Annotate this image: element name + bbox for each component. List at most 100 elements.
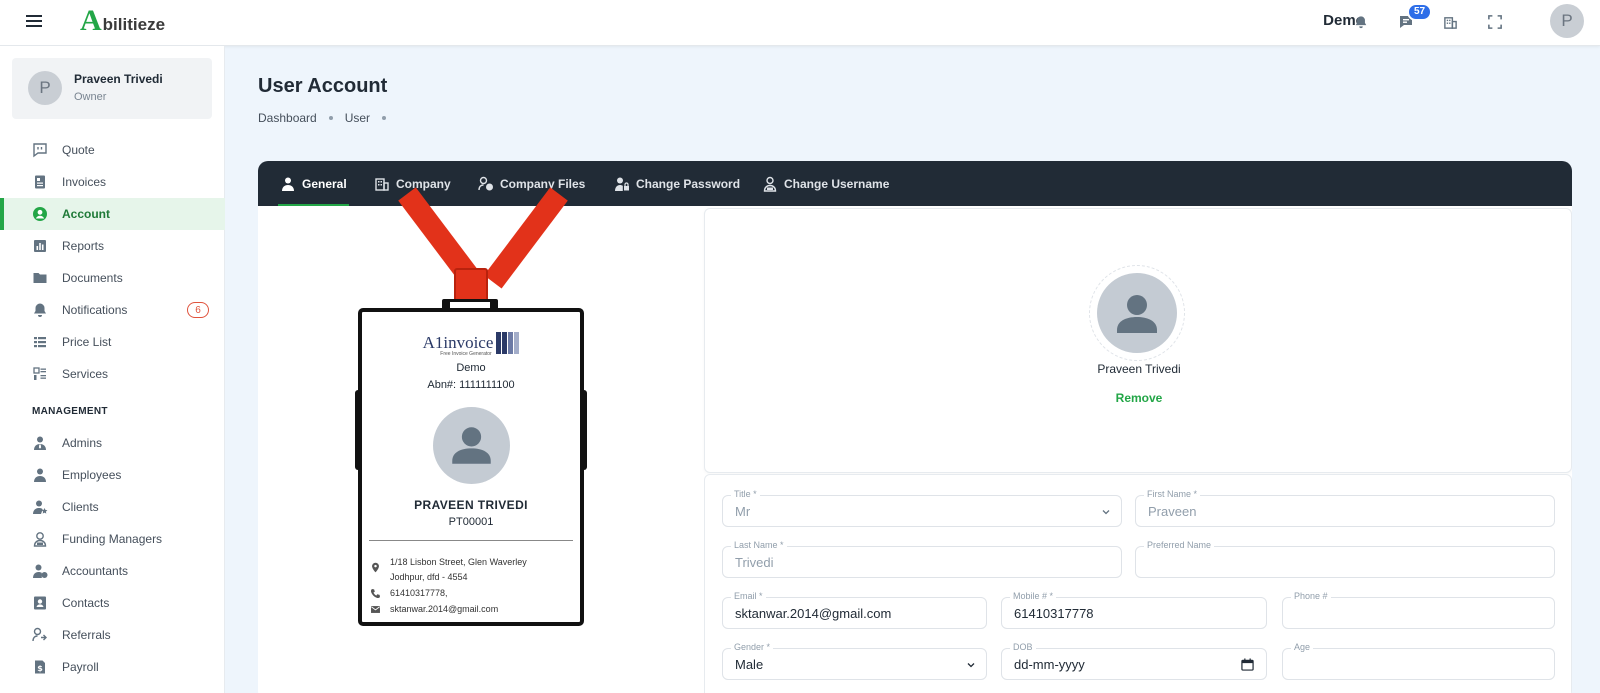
- profile-name: Praveen Trivedi: [1097, 362, 1181, 376]
- field-label: Title *: [731, 489, 760, 499]
- tab-change-password[interactable]: Change Password: [614, 161, 740, 206]
- sidebar-item-contacts[interactable]: Contacts: [0, 587, 225, 619]
- sidebar-item-funding-managers[interactable]: Funding Managers: [0, 523, 225, 555]
- app-logo[interactable]: A bilitieze: [80, 6, 165, 36]
- phone-icon: [370, 589, 380, 599]
- preferred-name-field[interactable]: Preferred Name: [1135, 540, 1555, 578]
- sidebar-item-accountants[interactable]: Accountants: [0, 555, 225, 587]
- age-field[interactable]: Age: [1282, 642, 1555, 680]
- phone-field[interactable]: Phone #: [1282, 591, 1555, 629]
- sidebar-item-notifications[interactable]: Notifications 6: [0, 294, 225, 326]
- sidebar-user-card[interactable]: P Praveen Trivedi Owner: [12, 58, 212, 119]
- mobile-field[interactable]: Mobile # * 61410317778: [1001, 591, 1267, 629]
- field-label: DOB: [1010, 642, 1036, 652]
- person-icon: [1117, 295, 1157, 333]
- referrals-icon: [32, 627, 47, 642]
- sidebar-item-price-list[interactable]: Price List: [0, 326, 225, 358]
- field-label: Phone #: [1291, 591, 1331, 601]
- id-logo-subtitle: Free Invoice Generator: [440, 351, 492, 357]
- sidebar-item-documents[interactable]: Documents: [0, 262, 225, 294]
- field-label: Email *: [731, 591, 766, 601]
- sidebar-item-label: Admins: [62, 436, 103, 450]
- services-icon: [33, 367, 46, 380]
- sidebar-item-payroll[interactable]: $ Payroll: [0, 651, 225, 683]
- remove-photo-button[interactable]: Remove: [705, 391, 1572, 405]
- chevron-down-icon: [967, 663, 975, 668]
- account-icon: [33, 207, 47, 221]
- tab-label: General: [302, 176, 347, 191]
- sidebar-item-referrals[interactable]: Referrals: [0, 619, 225, 651]
- sidebar-item-label: Payroll: [62, 660, 99, 674]
- gender-select[interactable]: Gender * Male: [722, 642, 987, 680]
- list-icon: [34, 337, 46, 348]
- field-value: Praveen: [1148, 504, 1197, 519]
- funding-manager-icon: [33, 532, 47, 547]
- user-lock-icon: [615, 177, 629, 191]
- admin-icon: [34, 436, 46, 450]
- menu-icon[interactable]: [26, 12, 42, 28]
- id-name: PRAVEEN TRIVEDI: [414, 498, 528, 512]
- id-divider: [369, 540, 573, 541]
- building-icon[interactable]: [1439, 11, 1461, 33]
- sidebar-item-label: Accountants: [62, 564, 129, 578]
- sidebar-item-label: Invoices: [62, 175, 107, 189]
- id-logo-text: A1invoice: [422, 333, 494, 352]
- last-name-field[interactable]: Last Name * Trivedi: [722, 540, 1122, 578]
- first-name-field[interactable]: First Name * Praveen: [1135, 489, 1555, 527]
- field-label: Preferred Name: [1144, 540, 1215, 550]
- email-icon: [371, 606, 380, 613]
- logo-text: bilitieze: [102, 15, 166, 34]
- bell-icon[interactable]: [1350, 11, 1372, 33]
- user-gear-icon: [763, 176, 777, 192]
- user-role: Owner: [74, 91, 107, 103]
- field-label: Gender *: [731, 642, 774, 652]
- sidebar-item-services[interactable]: Services: [0, 358, 225, 390]
- building-icon: [375, 177, 389, 191]
- profile-photo-panel: Praveen Trivedi Remove: [704, 208, 1572, 473]
- field-label: Age: [1291, 642, 1314, 652]
- employee-icon: [34, 468, 46, 482]
- title-select[interactable]: Title * Mr: [722, 489, 1122, 527]
- sidebar-item-admins[interactable]: Admins: [0, 427, 225, 459]
- field-label: First Name *: [1144, 489, 1201, 499]
- sidebar-item-quote[interactable]: Quote: [0, 134, 225, 166]
- tab-change-username[interactable]: Change Username: [762, 161, 889, 206]
- person-icon: [452, 427, 491, 464]
- chat-icon[interactable]: 57: [1395, 3, 1433, 33]
- user-avatar[interactable]: P: [1550, 4, 1584, 38]
- email-field[interactable]: Email * sktanwar.2014@gmail.com: [722, 591, 987, 629]
- fullscreen-icon[interactable]: [1484, 11, 1506, 33]
- dob-field[interactable]: DOB dd-mm-yyyy: [1001, 642, 1267, 680]
- tab-label: Company Files: [500, 176, 586, 191]
- id-card-preview: A1invoice Free Invoice Generator Demo Ab…: [258, 187, 702, 693]
- tab-company-files[interactable]: Company Files: [478, 161, 585, 206]
- sidebar-item-label: Quote: [62, 143, 95, 157]
- breadcrumb-dashboard[interactable]: Dashboard: [258, 111, 317, 125]
- user-name: Praveen Trivedi: [74, 72, 163, 86]
- id-address-line2: Jodhpur, dfd - 4554: [390, 572, 468, 582]
- field-value: Male: [735, 657, 764, 672]
- field-value: Mr: [735, 504, 751, 519]
- tab-general[interactable]: General: [278, 161, 349, 206]
- sidebar-item-label: Services: [62, 367, 109, 381]
- tab-label: Company: [396, 176, 451, 191]
- tab-bar: General Company Company Files Change Pas…: [258, 161, 1572, 206]
- sidebar-item-account[interactable]: Account: [0, 198, 225, 230]
- folder-icon: [33, 273, 47, 283]
- id-company: Demo: [456, 362, 486, 374]
- top-bar: A bilitieze Demo 57 P: [0, 0, 1600, 46]
- logo-initial: A: [80, 4, 102, 37]
- calendar-icon[interactable]: [1241, 658, 1254, 671]
- sidebar-item-invoices[interactable]: Invoices: [0, 166, 225, 198]
- sidebar-item-label: Employees: [62, 468, 122, 482]
- sidebar-item-clients[interactable]: Clients: [0, 491, 225, 523]
- profile-avatar[interactable]: [1097, 273, 1177, 353]
- field-label: Last Name *: [731, 540, 787, 550]
- sidebar-item-employees[interactable]: Employees: [0, 459, 225, 491]
- sidebar-item-reports[interactable]: Reports: [0, 230, 225, 262]
- sidebar-item-label: Reports: [62, 239, 105, 253]
- sidebar-item-label: Funding Managers: [62, 532, 163, 546]
- management-section-title: MANAGEMENT: [32, 406, 108, 417]
- tab-label: Change Password: [636, 176, 741, 191]
- account-card: General Company Company Files Change Pas…: [258, 161, 1572, 693]
